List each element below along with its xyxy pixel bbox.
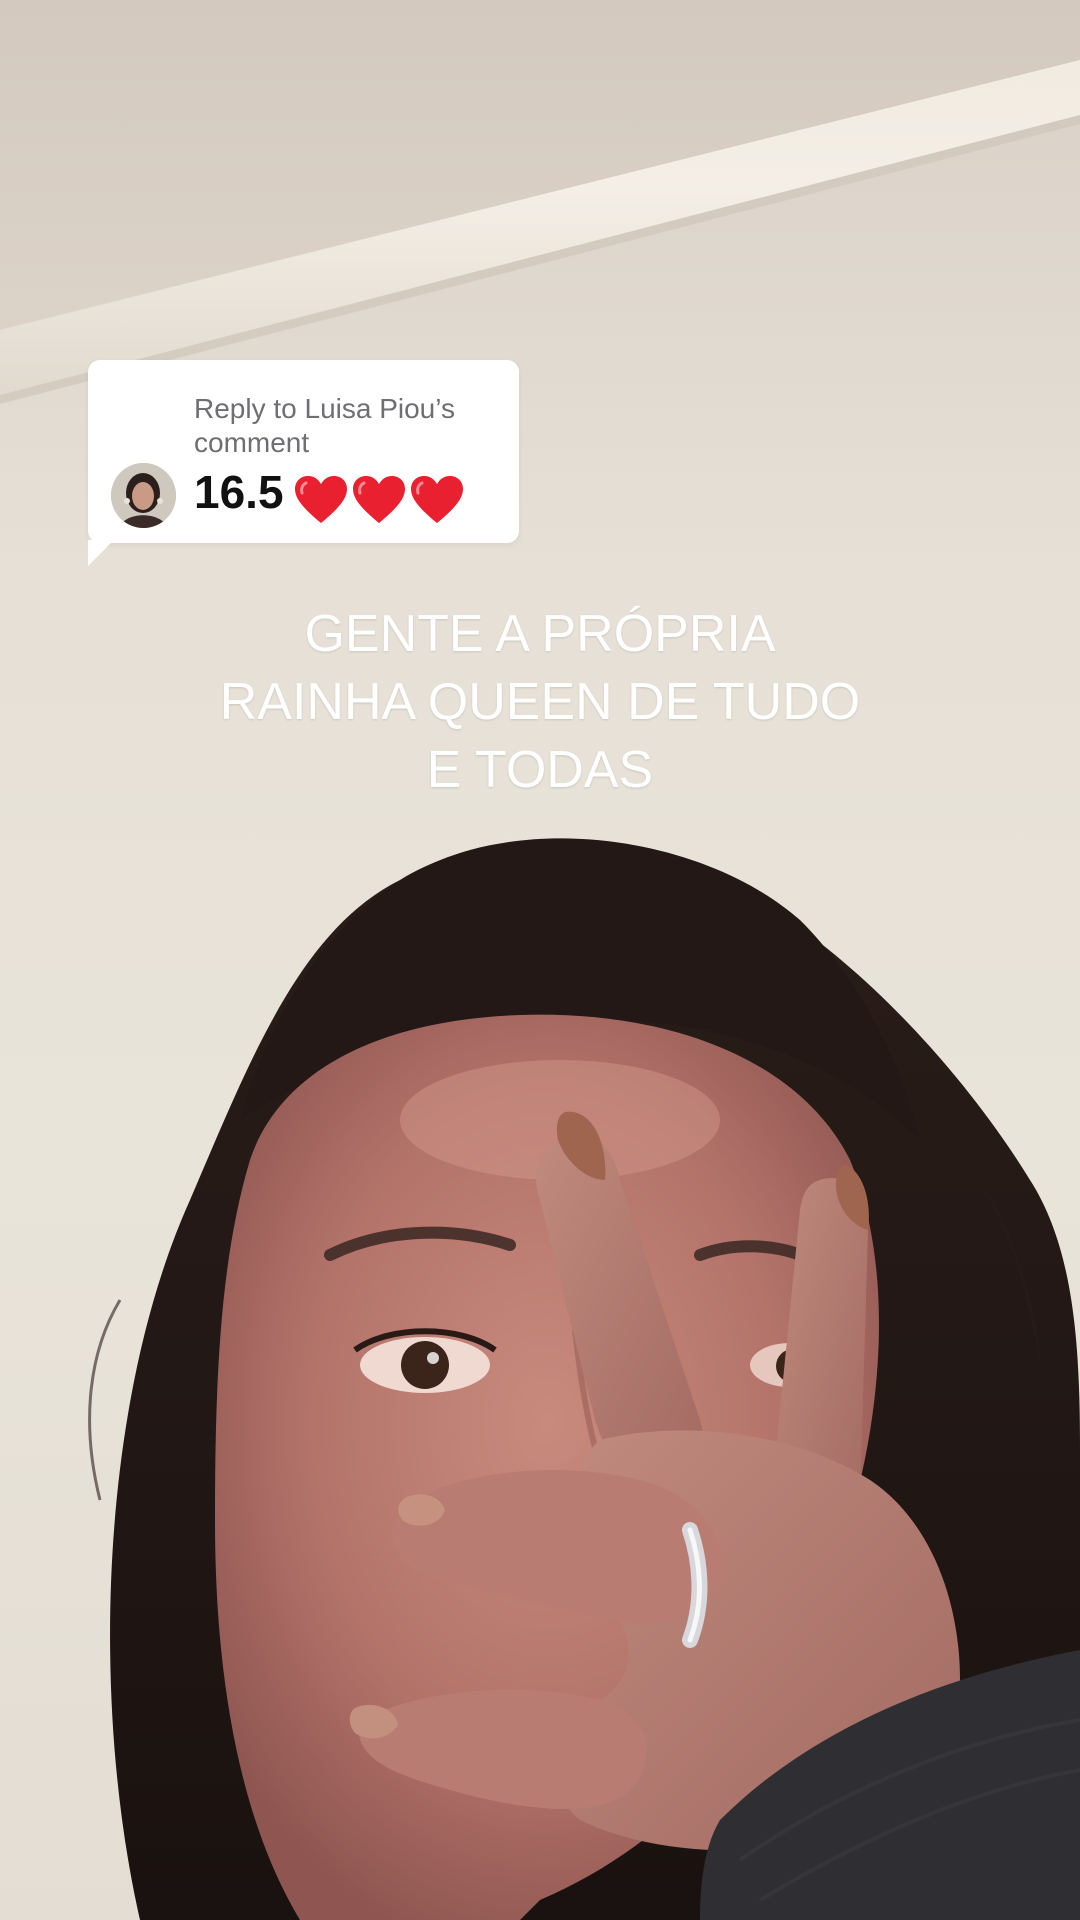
caption-line: GENTE A PRÓPRIA [304, 605, 776, 663]
heart-icon [410, 475, 463, 523]
heart-icon [294, 475, 347, 523]
reply-bubble-tail [88, 540, 114, 566]
caption-line: E TODAS [426, 741, 654, 799]
reply-comment-sticker[interactable]: Reply to Luisa Piou’s comment 16.5 [88, 360, 519, 543]
caption-line: RAINHA QUEEN DE TUDO [219, 673, 861, 731]
heart-icon [352, 475, 405, 523]
video-frame: Reply to Luisa Piou’s comment 16.5 GENTE… [0, 0, 1080, 1920]
reply-comment-text: 16.5 [194, 466, 284, 518]
person-video [88, 838, 1080, 1920]
hearts-emoji-group [294, 464, 468, 528]
video-caption: GENTE A PRÓPRIA RAINHA QUEEN DE TUDO E T… [140, 600, 940, 804]
commenter-avatar [111, 463, 176, 528]
reply-header: Reply to Luisa Piou’s comment [194, 393, 455, 458]
reply-comment-row: 16.5 [194, 460, 468, 528]
